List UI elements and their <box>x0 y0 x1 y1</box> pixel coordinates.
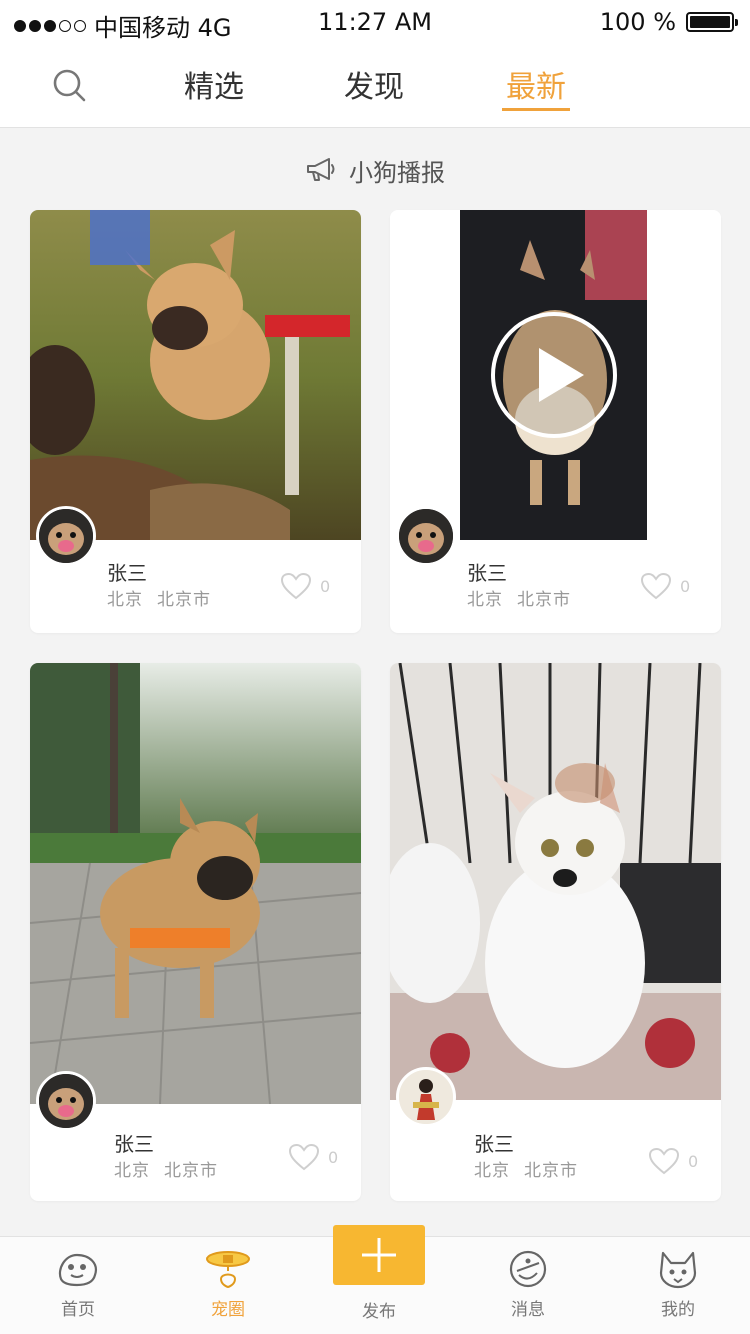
battery-info: 100 % <box>599 8 738 36</box>
post-card[interactable]: 张三 北京 北京市 0 <box>390 663 721 1201</box>
like-button[interactable]: 0 <box>640 572 690 600</box>
heart-icon <box>640 572 672 600</box>
post-photo[interactable] <box>30 663 361 1104</box>
like-count: 0 <box>688 1151 699 1171</box>
plus-icon <box>362 1238 396 1272</box>
post-location: 北京 北京市 <box>114 1161 218 1181</box>
search-icon[interactable] <box>50 66 90 106</box>
tab-home-label: 首页 <box>61 1300 95 1320</box>
dog-face-icon <box>659 1251 697 1289</box>
battery-icon <box>686 12 738 32</box>
avatar[interactable] <box>36 506 96 566</box>
tab-pet-circle[interactable]: 宠圈 <box>183 1249 273 1320</box>
publish-label: 发布 <box>362 1302 396 1322</box>
status-bar: 中国移动 4G 11:27 AM 100 % <box>0 0 750 44</box>
tab-profile-label: 我的 <box>661 1300 695 1320</box>
home-icon <box>58 1253 97 1287</box>
post-location: 北京 北京市 <box>107 590 211 610</box>
like-button[interactable]: 0 <box>648 1147 698 1175</box>
avatar[interactable] <box>396 506 456 566</box>
announcement-banner[interactable]: 小狗播报 <box>0 152 750 188</box>
publish-button[interactable] <box>333 1225 425 1285</box>
battery-label: 100 % <box>599 8 676 36</box>
play-icon[interactable] <box>489 310 619 440</box>
post-author-name[interactable]: 张三 <box>467 557 507 586</box>
like-button[interactable]: 0 <box>280 572 330 600</box>
avatar[interactable] <box>36 1071 96 1131</box>
like-count: 0 <box>328 1147 339 1167</box>
bottom-tab-bar: 首页 宠圈 发布 消息 我的 <box>0 1225 750 1334</box>
post-location: 北京 北京市 <box>474 1161 578 1181</box>
tab-latest[interactable]: 最新 <box>502 62 570 111</box>
tab-messages-label: 消息 <box>511 1300 545 1320</box>
active-tab-indicator <box>502 108 570 111</box>
post-photo[interactable] <box>390 663 721 1100</box>
tab-pet-circle-label: 宠圈 <box>211 1300 245 1320</box>
post-card[interactable]: 张三 北京 北京市 0 <box>390 210 721 633</box>
post-author-name[interactable]: 张三 <box>114 1128 154 1157</box>
like-button[interactable]: 0 <box>288 1143 338 1171</box>
like-count: 0 <box>320 576 331 596</box>
message-icon <box>509 1250 547 1288</box>
like-count: 0 <box>680 576 691 596</box>
announcement-label: 小狗播报 <box>349 158 445 187</box>
tab-profile[interactable]: 我的 <box>633 1249 723 1320</box>
avatar[interactable] <box>396 1067 456 1127</box>
post-card[interactable]: 张三 北京 北京市 0 <box>30 663 361 1201</box>
tab-home[interactable]: 首页 <box>33 1249 123 1320</box>
heart-icon <box>648 1147 680 1175</box>
heart-icon <box>280 572 312 600</box>
tab-latest-label: 最新 <box>506 70 566 105</box>
megaphone-icon <box>307 158 335 181</box>
tab-featured[interactable]: 精选 <box>184 62 244 106</box>
post-video[interactable] <box>390 210 721 540</box>
tab-discover[interactable]: 发现 <box>344 62 404 106</box>
post-author-name[interactable]: 张三 <box>474 1128 514 1157</box>
heart-icon <box>288 1143 320 1171</box>
post-card[interactable]: 张三 北京 北京市 0 <box>30 210 361 633</box>
collar-icon <box>206 1251 250 1289</box>
post-photo[interactable] <box>30 210 361 540</box>
tab-messages[interactable]: 消息 <box>483 1249 573 1320</box>
post-location: 北京 北京市 <box>467 590 571 610</box>
top-nav: 精选 发现 最新 <box>0 44 750 128</box>
post-author-name[interactable]: 张三 <box>107 557 147 586</box>
